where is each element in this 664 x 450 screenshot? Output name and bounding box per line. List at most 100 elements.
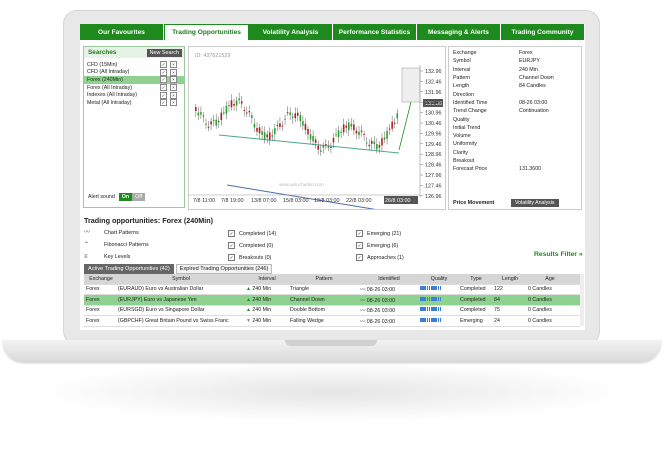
candle-body bbox=[217, 121, 220, 123]
cell-text: 08-26 03:00 bbox=[366, 297, 396, 304]
filter-type-chart-patterns[interactable]: Chart Patterns bbox=[104, 230, 139, 236]
check-icon[interactable]: ✓ bbox=[160, 61, 167, 69]
price-chart[interactable]: ID: 437621529 www.autochartist.com 131.3… bbox=[188, 46, 446, 210]
close-icon[interactable]: × bbox=[170, 61, 177, 69]
close-icon[interactable]: × bbox=[170, 99, 177, 107]
channel-top-line bbox=[218, 134, 400, 154]
results-filter-link[interactable]: Results Filter » bbox=[534, 251, 583, 258]
candle-body bbox=[261, 131, 263, 135]
table-cell: 0 Candles bbox=[528, 317, 552, 324]
new-search-button[interactable]: New Search bbox=[146, 48, 182, 57]
column-header[interactable]: Quality bbox=[418, 276, 458, 282]
tab-volatility-analysis[interactable]: Volatility Analysis bbox=[249, 24, 333, 40]
table-cell: (EURJPY) Euro vs Japanese Yen bbox=[118, 296, 197, 303]
checkbox[interactable]: ✓ bbox=[356, 230, 363, 237]
check-icon[interactable]: ✓ bbox=[160, 68, 167, 76]
x-tick-label: 26/8 03:00 bbox=[385, 198, 410, 204]
y-tick-label: 127.46 bbox=[425, 183, 442, 189]
close-icon[interactable]: × bbox=[170, 84, 177, 92]
candle-body bbox=[355, 130, 358, 134]
close-icon[interactable]: × bbox=[170, 76, 177, 84]
checkbox[interactable]: ✓ bbox=[356, 242, 363, 249]
checkbox[interactable]: ✓ bbox=[356, 254, 363, 261]
column-header[interactable]: Type bbox=[458, 276, 492, 282]
table-cell: 〰 08-26 03:00 bbox=[358, 285, 418, 293]
candle-body bbox=[327, 146, 330, 148]
close-icon[interactable]: × bbox=[170, 91, 177, 99]
check-icon[interactable]: ✓ bbox=[160, 76, 167, 84]
tab-performance-statistics[interactable]: Performance Statistics bbox=[333, 24, 417, 40]
column-header[interactable]: Interval bbox=[244, 276, 288, 282]
table-scrollbar[interactable] bbox=[580, 274, 584, 326]
candle-body bbox=[376, 144, 378, 150]
tab-messaging-alerts[interactable]: Messaging & Alerts bbox=[417, 24, 501, 40]
searches-panel: Searches New Search CFD (15Min) ✓ × CFD (A… bbox=[83, 46, 185, 208]
check-icon[interactable]: ✓ bbox=[160, 91, 167, 99]
column-header[interactable]: Length bbox=[492, 276, 526, 282]
filter-type-fibonacci[interactable]: Fibonacci Patterns bbox=[104, 242, 149, 248]
candle-body bbox=[253, 123, 256, 128]
close-icon[interactable]: × bbox=[170, 68, 177, 76]
checkbox[interactable]: ✓ bbox=[228, 254, 235, 261]
search-item-selected[interactable]: Forex (240Min) ✓ × bbox=[84, 76, 184, 84]
column-header[interactable]: Symbol bbox=[116, 276, 244, 282]
tab-expired-opportunities[interactable]: Expired Trading Opportunities (246) bbox=[175, 264, 273, 274]
table-cell: 〰 08-26 03:00 bbox=[358, 317, 418, 325]
alert-on-button[interactable]: On bbox=[118, 193, 133, 201]
detail-row: Volume bbox=[449, 132, 581, 140]
table-row[interactable]: Forex (EURSGD) Euro vs Singapore Dollar ▲ … bbox=[84, 306, 580, 316]
candle-body bbox=[396, 113, 399, 119]
tab-trading-community[interactable]: Trading Community bbox=[501, 24, 585, 40]
candle-body bbox=[266, 134, 268, 138]
filter-type-key-levels[interactable]: Key Levels bbox=[104, 254, 130, 260]
table-cell bbox=[418, 307, 458, 313]
cell-text: 08-26 03:00 bbox=[366, 308, 396, 315]
chart-watermark: www.autochartist.com bbox=[279, 182, 324, 187]
volatility-analysis-button[interactable]: Volatility Analysis bbox=[511, 199, 559, 207]
column-header[interactable]: Pattern bbox=[288, 276, 358, 282]
alert-off-button[interactable]: Off bbox=[132, 193, 146, 201]
table-cell: Triangle bbox=[290, 286, 309, 293]
detail-key: Interval bbox=[453, 66, 471, 73]
chart-pattern-icon: 〰 bbox=[360, 308, 367, 315]
search-item[interactable]: Metal (All Intraday) ✓ × bbox=[84, 99, 184, 107]
candle-body bbox=[378, 144, 381, 148]
candle-body bbox=[195, 107, 197, 111]
search-item[interactable]: CFD (15Min) ✓ × bbox=[84, 61, 184, 69]
chart-svg: ID: 437621529 www.autochartist.com 131.3… bbox=[189, 53, 443, 209]
column-header[interactable]: Age bbox=[526, 276, 572, 282]
column-header[interactable]: Exchange bbox=[84, 276, 116, 282]
tab-active-opportunities[interactable]: Active Trading Opportunities (42) bbox=[84, 264, 174, 274]
table-row[interactable]: Forex (GBPCHF) Great Britain Pound vs Swi… bbox=[84, 316, 580, 327]
table-cell: 〰 08-26 03:00 bbox=[358, 296, 418, 304]
detail-value: Continuation bbox=[519, 108, 549, 115]
table-row[interactable]: Forex (EURAUD) Euro vs Australian Dollar ▲… bbox=[84, 285, 580, 295]
detail-row: Breakout bbox=[449, 157, 581, 165]
cell-text: 240 Min bbox=[252, 296, 272, 303]
checkbox[interactable]: ✓ bbox=[228, 242, 235, 249]
table-row[interactable]: Forex (EURJPY) Euro vs Japanese Yen ▲ 240 … bbox=[84, 295, 580, 306]
tab-trading-opportunities[interactable]: Trading Opportunities bbox=[164, 24, 249, 40]
check-icon[interactable]: ✓ bbox=[160, 99, 167, 107]
detail-row: Trend Change Continuation bbox=[449, 107, 581, 115]
table-cell bbox=[418, 317, 458, 324]
candle-body bbox=[335, 134, 337, 136]
tab-our-favourites[interactable]: Our Favourites bbox=[80, 24, 164, 40]
candle-body bbox=[353, 124, 355, 131]
detail-value: EURJPY bbox=[519, 58, 540, 65]
detail-key: Length bbox=[453, 83, 470, 90]
candle-body bbox=[330, 147, 332, 149]
table-cell: Forex bbox=[86, 296, 100, 303]
column-header[interactable]: Identified bbox=[358, 276, 418, 282]
price-movement-label[interactable]: Price Movement bbox=[453, 200, 494, 206]
search-item[interactable]: Forex (All Intraday) ✓ × bbox=[84, 84, 184, 92]
search-item[interactable]: CFD (All Intraday) ✓ × bbox=[84, 68, 184, 77]
channel-bottom-line bbox=[226, 184, 376, 209]
candle-body bbox=[230, 100, 233, 108]
detail-row: Clarity bbox=[449, 149, 581, 157]
checkbox[interactable]: ✓ bbox=[228, 230, 235, 237]
table-cell: ▲ 240 Min bbox=[244, 297, 288, 303]
search-item[interactable]: Indexes (All Intraday) ✓ × bbox=[84, 91, 184, 99]
check-icon[interactable]: ✓ bbox=[160, 84, 167, 92]
detail-row: Exchange Forex bbox=[449, 49, 581, 57]
